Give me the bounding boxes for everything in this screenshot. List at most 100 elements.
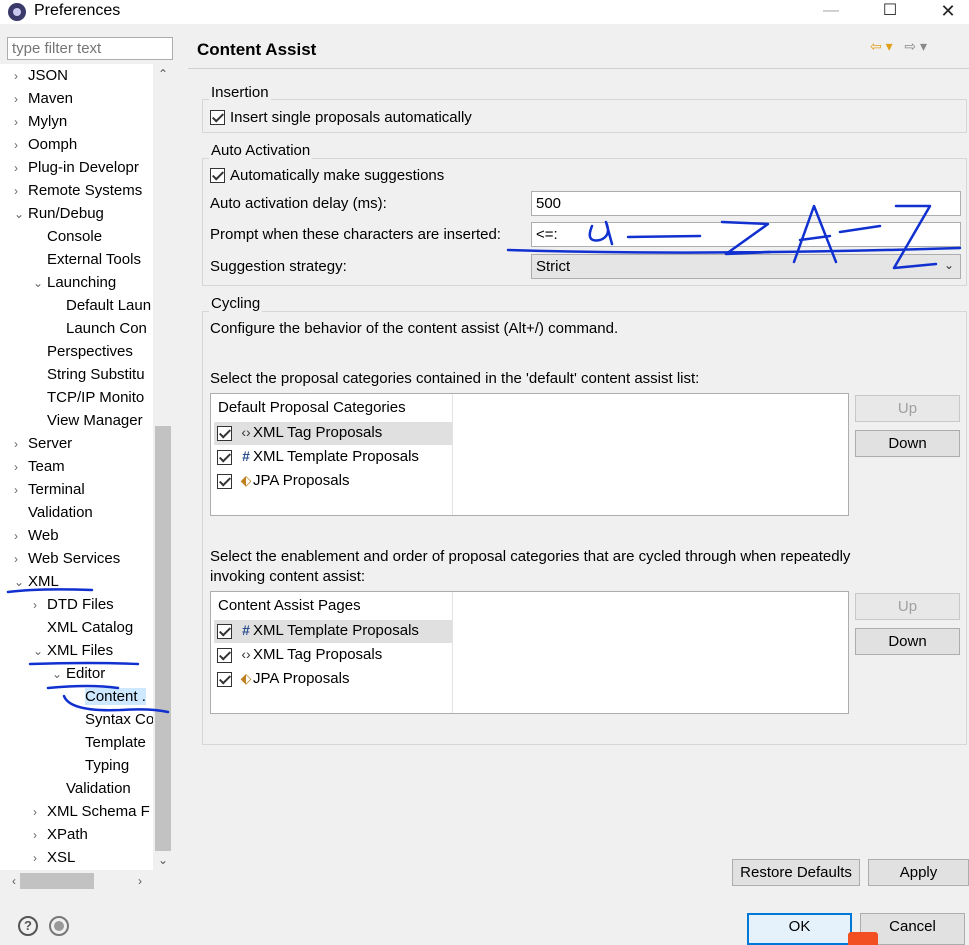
minimize-button[interactable]: — <box>811 0 851 22</box>
tree-item[interactable]: Typing <box>71 755 129 777</box>
help-icon[interactable]: ? <box>18 916 38 936</box>
chevron-right-icon[interactable]: › <box>14 479 28 501</box>
tree-item[interactable]: TCP/IP Monito <box>33 387 144 409</box>
chevron-right-icon[interactable]: › <box>33 594 47 616</box>
scroll-right-icon[interactable]: › <box>130 871 150 891</box>
default-up-button[interactable]: Up <box>855 395 960 422</box>
row-checkbox[interactable] <box>217 450 232 465</box>
tree-item[interactable]: › Remote Systems <box>14 180 142 202</box>
tree-item[interactable]: Launch Con <box>52 318 147 340</box>
maximize-button[interactable]: ☐ <box>870 0 910 22</box>
chevron-right-icon[interactable]: › <box>14 433 28 455</box>
chevron-right-icon[interactable]: › <box>33 847 47 869</box>
close-button[interactable]: ✕ <box>928 0 968 22</box>
list-item[interactable]: ⬖ JPA Proposals <box>214 470 452 493</box>
tree-item[interactable]: ⌄ XML Files <box>33 640 113 662</box>
row-checkbox[interactable] <box>217 426 232 441</box>
delay-input[interactable]: 500 <box>531 191 961 216</box>
scroll-h-thumb[interactable] <box>20 873 94 889</box>
chevron-right-icon[interactable]: › <box>14 180 28 202</box>
tree-item[interactable]: › Web Services <box>14 548 120 570</box>
tree-item[interactable]: ⌄ Run/Debug <box>14 203 104 225</box>
cycled-up-button[interactable]: Up <box>855 593 960 620</box>
chevron-right-icon[interactable]: › <box>14 548 28 570</box>
tree-vertical-scrollbar[interactable]: ⌃ ⌄ <box>153 64 173 870</box>
tree-item[interactable]: › Plug-in Developr <box>14 157 139 179</box>
tree-item[interactable]: › Oomph <box>14 134 77 156</box>
chevron-down-icon[interactable]: ⌄ <box>52 663 66 685</box>
make-suggestions-checkbox[interactable] <box>210 168 225 183</box>
tree-item[interactable]: › Terminal <box>14 479 85 501</box>
strategy-select[interactable]: Strict ⌄ <box>531 254 961 279</box>
chevron-down-icon[interactable]: ⌄ <box>33 272 47 294</box>
list-item[interactable]: ‹› XML Tag Proposals <box>214 644 452 667</box>
tree-item[interactable]: › Mylyn <box>14 111 67 133</box>
row-checkbox[interactable] <box>217 648 232 663</box>
chevron-right-icon[interactable]: › <box>14 134 28 156</box>
tree-item[interactable]: ⌄ XML <box>14 571 59 593</box>
tree-item[interactable]: String Substitu <box>33 364 145 386</box>
scroll-thumb[interactable] <box>155 426 171 851</box>
prompt-chars-input[interactable]: <=: <box>531 222 961 247</box>
tree-item[interactable]: Syntax Co <box>71 709 154 731</box>
tree-item[interactable]: › XSL <box>33 847 75 869</box>
insert-single-checkbox[interactable] <box>210 110 225 125</box>
chevron-down-icon[interactable]: ⌄ <box>33 640 47 662</box>
row-checkbox[interactable] <box>217 624 232 639</box>
list-item-label: XML Tag Proposals <box>253 646 383 663</box>
tree-item[interactable]: › XPath <box>33 824 88 846</box>
chevron-right-icon[interactable]: › <box>14 88 28 110</box>
tree-item[interactable]: External Tools <box>33 249 141 271</box>
tree-item[interactable]: ⌄ Editor <box>52 663 105 685</box>
tree-item[interactable]: › XML Schema F <box>33 801 150 823</box>
list-item[interactable]: ‹› XML Tag Proposals <box>214 422 452 445</box>
row-checkbox[interactable] <box>217 672 232 687</box>
tree-item[interactable]: › Team <box>14 456 65 478</box>
filter-input[interactable] <box>7 37 173 60</box>
chevron-right-icon[interactable]: › <box>14 525 28 547</box>
list-item-label: JPA Proposals <box>253 472 350 489</box>
chevron-right-icon[interactable]: › <box>14 111 28 133</box>
tree-item[interactable]: View Manager <box>33 410 143 432</box>
restore-defaults-button[interactable]: Restore Defaults <box>732 859 860 886</box>
tree-item[interactable]: Perspectives <box>33 341 133 363</box>
row-checkbox[interactable] <box>217 474 232 489</box>
tree-item[interactable]: Content . <box>71 686 146 708</box>
default-categories-list[interactable]: Default Proposal Categories ‹› XML Tag P… <box>210 393 849 516</box>
tree-horizontal-scrollbar[interactable]: ‹ › <box>0 870 173 892</box>
list-item[interactable]: ⬖ JPA Proposals <box>214 668 452 691</box>
chevron-down-icon[interactable]: ⌄ <box>14 571 28 593</box>
chevron-down-icon[interactable]: ⌄ <box>14 203 28 225</box>
chevron-right-icon[interactable]: › <box>14 157 28 179</box>
list-item[interactable]: # XML Template Proposals <box>214 620 452 643</box>
ok-button[interactable]: OK <box>747 913 852 945</box>
chevron-right-icon[interactable]: › <box>33 824 47 846</box>
chevron-right-icon[interactable]: › <box>14 65 28 87</box>
tree-item[interactable]: ⌄ Launching <box>33 272 116 294</box>
window-title: Preferences <box>34 2 121 19</box>
forward-arrow-icon[interactable]: ⇨ ▾ <box>904 38 927 54</box>
tree-item[interactable]: › Maven <box>14 88 73 110</box>
scroll-down-icon[interactable]: ⌄ <box>153 850 173 870</box>
tree-item[interactable]: Default Laun <box>52 295 151 317</box>
chevron-right-icon[interactable]: › <box>33 801 47 823</box>
tree-item[interactable]: › JSON <box>14 65 68 87</box>
record-icon[interactable] <box>49 916 69 936</box>
apply-button[interactable]: Apply <box>868 859 969 886</box>
back-arrow-icon[interactable]: ⇦ ▾ <box>870 38 893 54</box>
tree-item[interactable]: Validation <box>52 778 131 800</box>
preferences-tree: › JSON › Maven › Mylyn › Oomph › Plug-in Developr… <box>0 64 173 870</box>
default-down-button[interactable]: Down <box>855 430 960 457</box>
scroll-up-icon[interactable]: ⌃ <box>153 64 173 84</box>
chevron-right-icon[interactable]: › <box>14 456 28 478</box>
tree-item[interactable]: Console <box>33 226 102 248</box>
tree-item[interactable]: › Server <box>14 433 72 455</box>
tree-item[interactable]: XML Catalog <box>33 617 133 639</box>
tree-item[interactable]: Validation <box>14 502 93 524</box>
cycled-categories-list[interactable]: Content Assist Pages # XML Template Prop… <box>210 591 849 714</box>
cycled-down-button[interactable]: Down <box>855 628 960 655</box>
tree-item[interactable]: › DTD Files <box>33 594 114 616</box>
list-item[interactable]: # XML Template Proposals <box>214 446 452 469</box>
tree-item[interactable]: › Web <box>14 525 59 547</box>
tree-item[interactable]: Template <box>71 732 146 754</box>
